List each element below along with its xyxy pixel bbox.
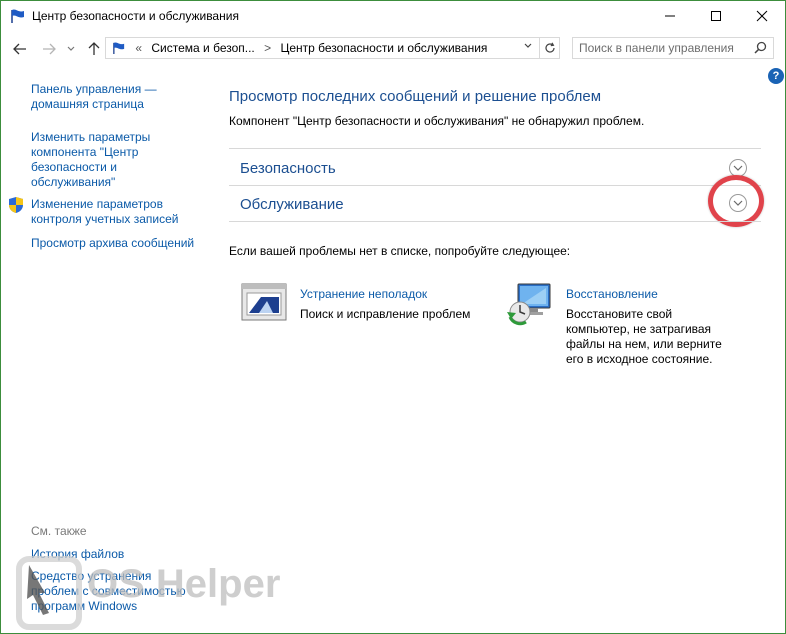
divider — [229, 148, 761, 149]
flag-icon — [11, 9, 24, 23]
minimize-icon — [665, 15, 675, 17]
address-dropdown-button[interactable] — [524, 41, 532, 52]
breadcrumb-overflow[interactable]: « — [135, 41, 142, 55]
troubleshooting-description: Поиск и исправление проблем — [300, 307, 471, 321]
close-icon — [756, 10, 768, 22]
section-maintenance[interactable]: Обслуживание — [240, 196, 344, 213]
forward-button[interactable] — [39, 39, 59, 59]
search-box[interactable] — [572, 37, 774, 59]
suggestion-text: Если вашей проблемы нет в списке, попроб… — [229, 244, 571, 258]
search-input[interactable] — [579, 40, 749, 56]
troubleshooting-icon — [241, 283, 287, 321]
highlight-ring — [708, 175, 764, 227]
arrow-right-icon — [43, 43, 56, 55]
os-helper-watermark: OS Helper — [15, 553, 300, 633]
sidebar-link-home[interactable]: Панель управления — домашняя страница — [31, 82, 157, 112]
chevron-down-icon — [733, 165, 743, 171]
see-also-heading: См. также — [31, 524, 87, 538]
recovery-icon — [507, 283, 551, 326]
help-button[interactable]: ? — [768, 68, 784, 84]
minimize-button[interactable] — [647, 1, 693, 31]
window-title: Центр безопасности и обслуживания — [32, 9, 239, 23]
breadcrumb-separator[interactable]: > — [264, 41, 271, 55]
control-panel-window: Центр безопасности и обслуживания « Сист… — [0, 0, 786, 634]
recent-pages-button[interactable] — [64, 39, 78, 59]
chevron-down-icon — [524, 43, 532, 48]
arrow-up-icon — [88, 42, 100, 55]
arrow-left-icon — [13, 43, 26, 55]
divider — [229, 185, 761, 186]
title-bar[interactable]: Центр безопасности и обслуживания — [1, 1, 785, 31]
page-title: Просмотр последних сообщений и решение п… — [229, 88, 602, 105]
search-icon[interactable] — [754, 41, 767, 54]
os-helper-logo: OS Helper — [16, 556, 280, 630]
chevron-down-icon — [67, 46, 75, 51]
recovery-link[interactable]: Восстановление — [566, 287, 658, 301]
breadcrumb-system[interactable]: Система и безоп... — [151, 41, 254, 55]
maximize-button[interactable] — [693, 1, 739, 31]
recovery-description: Восстановите свой компьютер, не затрагив… — [566, 307, 722, 366]
breadcrumb-current[interactable]: Центр безопасности и обслуживания — [280, 41, 487, 55]
up-button[interactable] — [84, 39, 104, 59]
maximize-icon — [711, 11, 721, 21]
divider — [229, 221, 761, 222]
uac-shield-icon — [9, 197, 23, 213]
status-message: Компонент "Центр безопасности и обслужив… — [229, 114, 645, 128]
section-security[interactable]: Безопасность — [240, 160, 336, 177]
back-button[interactable] — [10, 39, 30, 59]
refresh-button[interactable] — [539, 38, 560, 58]
troubleshooting-link[interactable]: Устранение неполадок — [300, 287, 427, 301]
watermark-text: OS Helper — [87, 562, 280, 606]
sidebar-link-uac[interactable]: Изменение параметров контроля учетных за… — [31, 197, 178, 227]
flag-icon — [113, 42, 125, 54]
sidebar-link-change-settings[interactable]: Изменить параметры компонента "Центр без… — [31, 130, 150, 190]
address-bar[interactable]: « Система и безоп... > Центр безопасност… — [105, 37, 560, 59]
close-button[interactable] — [739, 1, 785, 31]
refresh-icon — [545, 42, 555, 53]
sidebar-link-archive[interactable]: Просмотр архива сообщений — [31, 236, 194, 251]
